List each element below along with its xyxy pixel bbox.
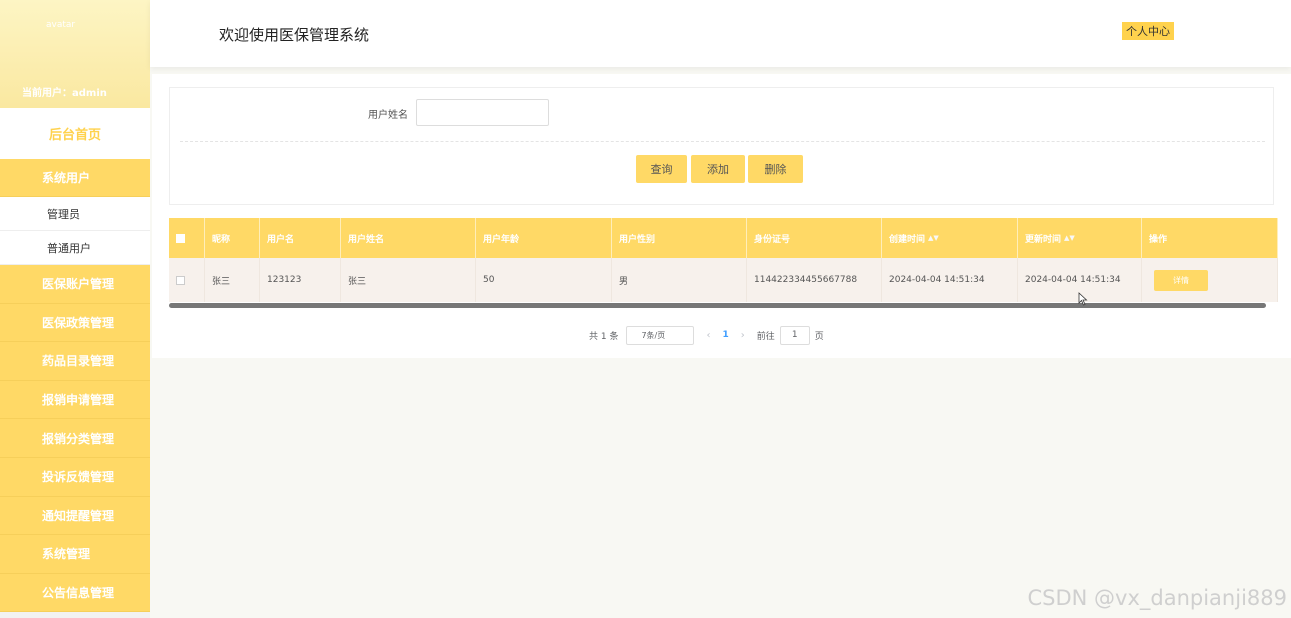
menu-system-users[interactable]: 系统用户 (0, 159, 150, 197)
menu-drug-catalog[interactable]: 药品目录管理 (0, 342, 150, 381)
user-table: 昵称 用户名 用户姓名 用户年龄 用户性别 身份证号 创建时间 ▲▼ 更新时间 ▲▼… (169, 218, 1278, 302)
next-page-icon[interactable]: › (741, 330, 745, 341)
cell-nickname: 张三 (205, 258, 260, 302)
cell-gender: 男 (612, 258, 747, 302)
total-count: 共 1 条 (589, 331, 619, 342)
menu-home[interactable]: 后台首页 (0, 108, 150, 159)
menu-complaint-feedback[interactable]: 投诉反馈管理 (0, 457, 150, 497)
page-suffix: 页 (814, 331, 824, 342)
table-header: 昵称 用户名 用户姓名 用户年龄 用户性别 身份证号 创建时间 ▲▼ 更新时间 ▲▼… (169, 218, 1278, 258)
table-row: 张三 123123 张三 50 男 114422334455667788 202… (169, 258, 1278, 302)
current-user-label: 当前用户：admin (22, 88, 107, 99)
main-content: 用户姓名 查询 添加 删除 昵称 用户名 用户姓名 用户年龄 用户性别 身份证号… (152, 74, 1291, 358)
menu-reimbursement-apply[interactable]: 报销申请管理 (0, 380, 150, 420)
search-label: 用户姓名 (368, 110, 408, 121)
menu-reimbursement-category[interactable]: 报销分类管理 (0, 419, 150, 458)
add-button[interactable]: 添加 (691, 155, 745, 183)
sidebar-header: avatar 当前用户：admin (0, 0, 150, 108)
sort-icon[interactable]: ▲▼ (928, 234, 939, 242)
col-updated[interactable]: 更新时间 ▲▼ (1018, 218, 1142, 258)
menu-insurance-policy[interactable]: 医保政策管理 (0, 303, 150, 343)
sidebar: avatar 当前用户：admin 后台首页 系统用户 管理员 普通用户 医保账… (0, 0, 150, 618)
cell-id-card: 114422334455667788 (747, 258, 882, 302)
top-header: 欢迎使用医保管理系统 个人中心 (150, 0, 1291, 67)
menu-system-management[interactable]: 系统管理 (0, 535, 150, 574)
col-id-card: 身份证号 (747, 218, 882, 258)
query-button[interactable]: 查询 (636, 155, 687, 183)
row-checkbox[interactable] (176, 275, 185, 285)
col-created-label: 创建时间 (889, 234, 926, 245)
mouse-cursor-icon (1078, 292, 1088, 306)
watermark: CSDN @vx_danpianji889 (1027, 586, 1287, 610)
cell-realname: 张三 (341, 258, 476, 302)
menu-announcement[interactable]: 公告信息管理 (0, 573, 150, 613)
col-updated-label: 更新时间 (1025, 234, 1062, 245)
cell-username: 123123 (260, 258, 341, 302)
delete-button[interactable]: 删除 (748, 155, 803, 183)
pagination: 共 1 条 7条/页 ‹ 1 › 前往 1 页 (589, 325, 824, 345)
goto-page-input[interactable]: 1 (779, 325, 810, 345)
goto-label: 前往 (756, 331, 775, 342)
divider (180, 141, 1265, 142)
search-input[interactable] (416, 99, 549, 126)
menu-sub-admin[interactable]: 管理员 (0, 197, 150, 231)
prev-page-icon[interactable]: ‹ (706, 330, 710, 341)
menu-notification[interactable]: 通知提醒管理 (0, 496, 150, 536)
col-gender: 用户性别 (612, 218, 747, 258)
col-nickname: 昵称 (205, 218, 260, 258)
menu-insurance-account[interactable]: 医保账户管理 (0, 265, 150, 304)
select-all-checkbox[interactable] (176, 233, 185, 243)
search-panel: 用户姓名 查询 添加 删除 (169, 87, 1274, 205)
cell-age: 50 (476, 258, 612, 302)
menu-sub-normal-user[interactable]: 普通用户 (0, 231, 150, 265)
page-number[interactable]: 1 (722, 330, 728, 340)
page-title: 欢迎使用医保管理系统 (219, 26, 370, 44)
col-username: 用户名 (260, 218, 341, 258)
horizontal-scrollbar[interactable] (169, 303, 1266, 308)
page-size-select[interactable]: 7条/页 (626, 325, 695, 345)
col-realname: 用户姓名 (341, 218, 476, 258)
cell-created: 2024-04-04 14:51:34 (882, 258, 1018, 302)
personal-center-button[interactable]: 个人中心 (1122, 22, 1174, 40)
col-created[interactable]: 创建时间 ▲▼ (882, 218, 1018, 258)
col-age: 用户年龄 (476, 218, 612, 258)
detail-button[interactable]: 详情 (1154, 269, 1208, 291)
sort-icon[interactable]: ▲▼ (1064, 234, 1075, 242)
col-action: 操作 (1142, 218, 1278, 258)
avatar: avatar (46, 20, 76, 30)
